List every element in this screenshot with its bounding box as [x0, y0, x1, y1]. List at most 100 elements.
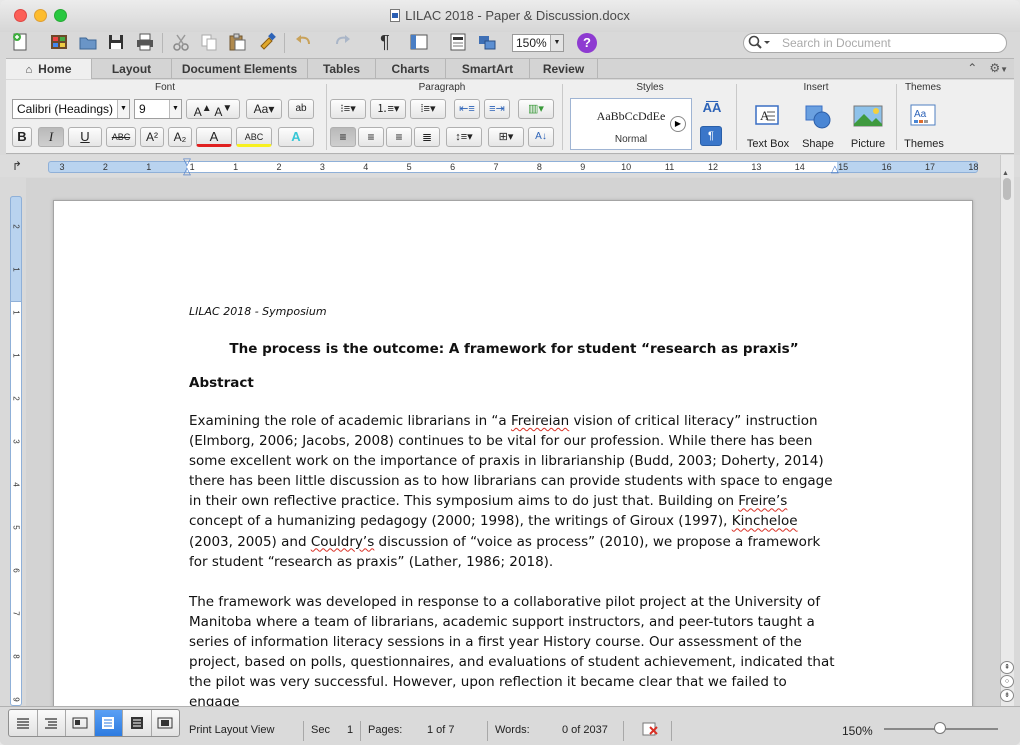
outline-view-icon[interactable] — [38, 710, 66, 736]
save-icon[interactable] — [105, 31, 127, 53]
styles-pane-icon[interactable]: ¶ — [700, 126, 722, 146]
draft-view-icon[interactable] — [9, 710, 38, 736]
ruler-number: 17 — [924, 162, 935, 172]
ruler-number: 1 — [11, 353, 21, 358]
chevron-right-icon[interactable]: ▶ — [670, 116, 686, 132]
line-spacing-button[interactable]: ↕≡▾ — [446, 127, 482, 147]
focus-view-icon[interactable] — [152, 710, 180, 736]
increase-indent-button[interactable]: ≡⇥ — [484, 99, 510, 119]
previous-page-icon[interactable]: ⇞ — [1000, 661, 1014, 674]
bold-button[interactable]: B — [12, 127, 32, 147]
tab-layout[interactable]: Layout — [92, 59, 172, 79]
borders-button[interactable]: ⊞▾ — [488, 127, 524, 147]
zoom-select[interactable]: 150% ▼ — [512, 34, 564, 52]
ruler-number: 1 — [11, 267, 21, 272]
tab-review[interactable]: Review — [530, 59, 598, 79]
superscript-button[interactable]: A² — [140, 127, 164, 147]
status-separator — [487, 721, 488, 741]
browse-object-icon[interactable]: ○ — [1000, 675, 1014, 688]
ruler-number: 2 — [102, 162, 108, 172]
word-window: LILAC 2018 - Paper & Discussion.docx ¶ 1… — [0, 0, 1020, 745]
grow-shrink-font-buttons[interactable]: A▲ A▼ — [186, 99, 240, 119]
align-right-button[interactable]: ≡ — [386, 127, 412, 147]
tab-home[interactable]: ⌂ Home — [6, 59, 92, 79]
scroll-up-icon[interactable]: ▲ — [1002, 170, 1009, 177]
media-browser-icon[interactable] — [476, 31, 498, 53]
group-label-paragraph: Paragraph — [418, 82, 466, 93]
font-name-select[interactable]: Calibri (Headings) ▼ — [12, 99, 130, 119]
zoom-slider-knob[interactable] — [934, 722, 946, 734]
tab-stop-icon[interactable]: ↱ — [12, 159, 22, 173]
section-value: 1 — [347, 724, 354, 736]
right-indent-marker-icon[interactable]: △ — [831, 164, 839, 175]
gear-icon[interactable]: ⚙ — [989, 61, 1000, 75]
italic-button[interactable]: I — [38, 127, 64, 147]
vertical-scrollbar[interactable] — [1000, 155, 1014, 706]
view-buttons — [8, 709, 180, 737]
insert-shape-button[interactable]: Shape — [790, 100, 846, 150]
sort-button[interactable]: A↓ — [528, 127, 554, 147]
insert-picture-button[interactable]: Picture — [840, 100, 896, 150]
collapse-ribbon-icon[interactable]: ⌃ — [967, 61, 977, 75]
help-icon[interactable]: ? — [577, 33, 597, 53]
subscript-button[interactable]: A₂ — [168, 127, 192, 147]
redo-icon[interactable] — [332, 31, 354, 53]
style-options-icon[interactable]: A͞A — [698, 99, 726, 119]
tab-document-elements[interactable]: Document Elements — [172, 59, 308, 79]
templates-icon[interactable] — [48, 31, 70, 53]
tab-charts[interactable]: Charts — [376, 59, 446, 79]
format-painter-icon[interactable] — [256, 31, 278, 53]
clear-formatting-button[interactable]: ab — [288, 99, 314, 119]
print-layout-view-icon[interactable] — [94, 710, 123, 736]
chevron-down-icon[interactable]: ▼ — [1000, 65, 1008, 74]
underline-button[interactable]: U — [68, 127, 102, 147]
columns-button[interactable]: ▥▾ — [518, 99, 554, 119]
decrease-indent-button[interactable]: ⇤≡ — [454, 99, 480, 119]
document-header: LILAC 2018 - Symposium — [189, 305, 327, 318]
themes-button[interactable]: Aa Themes — [896, 100, 952, 150]
next-page-icon[interactable]: ⇟ — [1000, 689, 1014, 702]
print-icon[interactable] — [134, 31, 156, 53]
ruler-number: 9 — [580, 162, 586, 172]
multilevel-list-button[interactable]: ⁞≡▾ — [410, 99, 446, 119]
font-size-select[interactable]: 9 ▼ — [134, 99, 182, 119]
tab-tables[interactable]: Tables — [308, 59, 376, 79]
ruler-number: 3 — [59, 162, 65, 172]
open-folder-icon[interactable] — [77, 31, 99, 53]
show-formatting-icon[interactable]: ¶ — [374, 31, 396, 53]
paragraph-1: Examining the role of academic librarian… — [189, 413, 833, 570]
undo-icon[interactable] — [292, 31, 314, 53]
text-effects-button[interactable]: A — [278, 127, 314, 147]
paste-icon[interactable] — [226, 31, 248, 53]
ruler-number: 5 — [11, 525, 21, 530]
page-navigation: ⇞ ○ ⇟ — [999, 660, 1015, 704]
cut-icon[interactable] — [170, 31, 192, 53]
pages-label: Pages: — [368, 724, 403, 736]
window-title: LILAC 2018 - Paper & Discussion.docx — [405, 8, 630, 23]
copy-icon[interactable] — [198, 31, 220, 53]
proofing-error-icon[interactable] — [641, 721, 659, 737]
change-case-button[interactable]: Aa▾ — [246, 99, 282, 119]
numbering-button[interactable]: ⒈≡▾ — [370, 99, 406, 119]
sidebar-view-icon[interactable] — [408, 31, 430, 53]
scroll-thumb[interactable] — [1003, 178, 1011, 200]
justify-button[interactable]: ≣ — [414, 127, 440, 147]
font-color-button[interactable]: A — [196, 127, 232, 147]
toolbox-icon[interactable] — [447, 31, 469, 53]
ruler-number: 16 — [881, 162, 892, 172]
document-page[interactable]: LILAC 2018 - Symposium The process is th… — [53, 200, 973, 720]
zoom-level: 150% — [842, 724, 873, 738]
bullets-button[interactable]: ⁝≡▾ — [330, 99, 366, 119]
align-left-button[interactable]: ≡ — [330, 127, 356, 147]
align-center-button[interactable]: ≡ — [358, 127, 384, 147]
document-body[interactable]: LILAC 2018 - Symposium The process is th… — [189, 305, 839, 712]
search-input[interactable]: Search in Document — [743, 33, 1007, 53]
highlight-button[interactable]: ABC — [236, 127, 272, 147]
publishing-view-icon[interactable] — [66, 710, 95, 736]
insert-textbox-button[interactable]: A Text Box — [740, 100, 796, 150]
strikethrough-button[interactable]: ABC — [106, 127, 136, 147]
tab-smartart[interactable]: SmartArt — [446, 59, 530, 79]
new-document-icon[interactable] — [10, 31, 32, 53]
indent-marker-icon[interactable]: ▽ △ — [182, 158, 192, 177]
notebook-view-icon[interactable] — [123, 710, 152, 736]
